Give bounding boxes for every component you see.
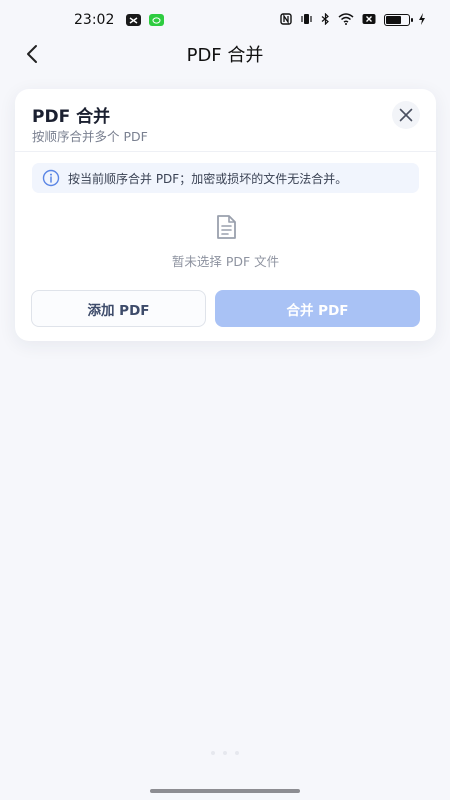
capcut-icon xyxy=(126,14,142,26)
back-button[interactable] xyxy=(14,36,50,72)
document-icon xyxy=(213,214,239,240)
add-pdf-button[interactable]: 添加 PDF xyxy=(31,290,206,327)
vibrate-icon xyxy=(300,13,313,28)
info-banner: 按当前顺序合并 PDF；加密或损坏的文件无法合并。 xyxy=(32,163,419,193)
close-button[interactable] xyxy=(392,101,420,129)
charging-icon xyxy=(418,12,426,28)
wifi-icon xyxy=(338,12,354,28)
merge-pdf-button[interactable]: 合并 PDF xyxy=(215,290,420,327)
nav-bar: PDF 合并 xyxy=(0,30,450,78)
pdf-merge-card: PDF 合并 按顺序合并多个 PDF 按当前顺序合并 PDF；加密或损坏的文件无… xyxy=(15,89,436,341)
card-subtitle: 按顺序合并多个 PDF xyxy=(32,129,148,144)
page-dot xyxy=(235,751,239,755)
chevron-left-icon xyxy=(27,45,37,63)
info-icon xyxy=(42,169,60,187)
nfc-icon xyxy=(280,12,292,28)
sim-off-icon xyxy=(362,13,376,28)
page-title: PDF 合并 xyxy=(186,45,264,66)
battery-icon xyxy=(384,14,413,26)
home-indicator[interactable] xyxy=(150,789,300,793)
bluetooth-icon xyxy=(321,12,330,28)
close-icon xyxy=(399,108,413,122)
status-time: 23:02 xyxy=(74,12,115,28)
page-dot xyxy=(211,751,215,755)
wechat-icon xyxy=(149,14,165,26)
page-indicator xyxy=(0,751,450,755)
empty-state-text: 暂未选择 PDF 文件 xyxy=(171,254,280,269)
card-divider xyxy=(15,151,436,152)
info-text: 按当前顺序合并 PDF；加密或损坏的文件无法合并。 xyxy=(68,171,348,186)
page-dot xyxy=(223,751,227,755)
card-title: PDF 合并 xyxy=(32,107,111,127)
